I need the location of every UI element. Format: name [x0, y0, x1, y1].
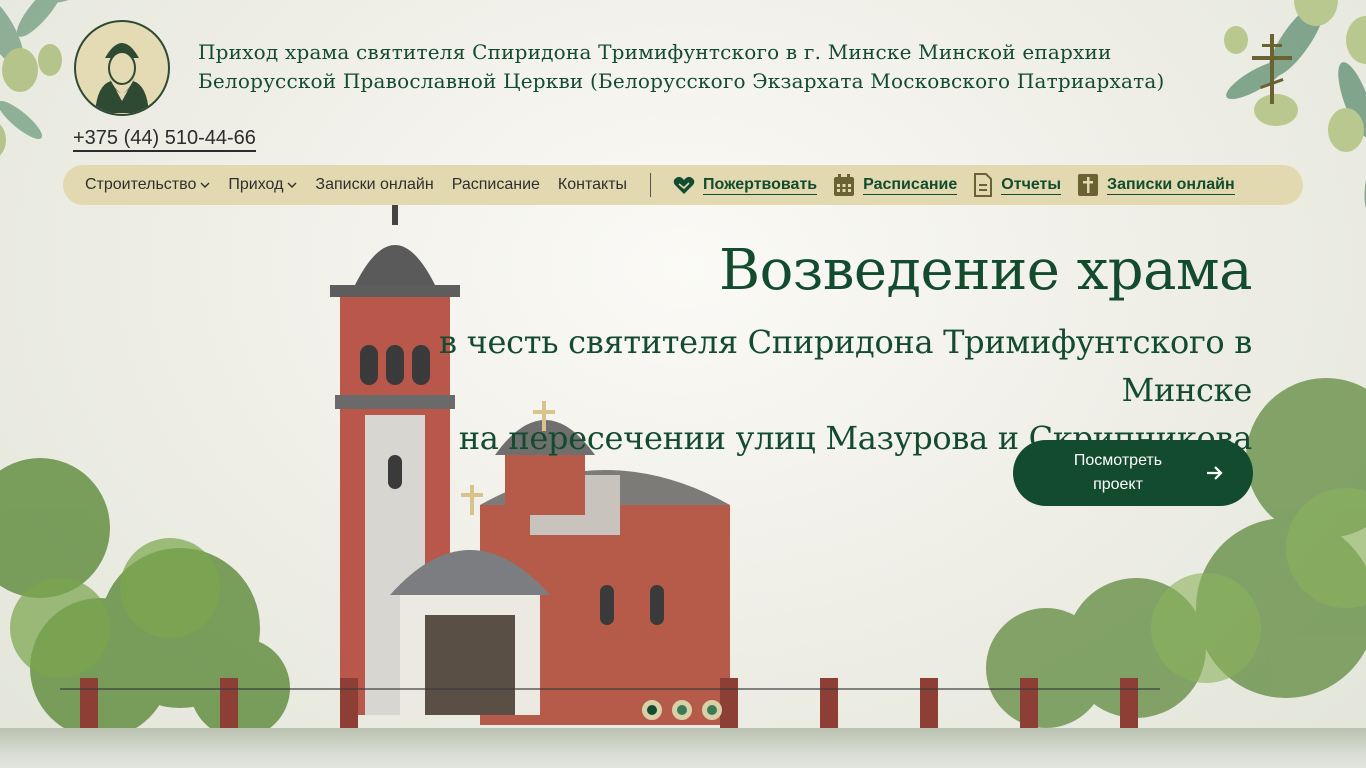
quick-link-label: Пожертвовать	[703, 175, 818, 195]
heart-hands-icon	[673, 176, 695, 194]
calendar-icon	[834, 174, 855, 196]
nav-item-label: Приход	[228, 176, 284, 193]
chevron-down-icon	[200, 182, 210, 188]
note-cross-icon	[1078, 174, 1099, 196]
church-illustration	[330, 205, 730, 725]
schedule-quick-link[interactable]: Расписание	[833, 173, 958, 197]
view-project-button[interactable]: Посмотреть проект	[1013, 440, 1253, 506]
document-icon	[974, 173, 993, 197]
slider-dot[interactable]	[702, 700, 722, 720]
nav-item-label: Записки онлайн	[315, 176, 434, 193]
saint-portrait-icon	[78, 24, 166, 113]
site-title: Приход храма святителя Спиридона Тримифу…	[198, 40, 1165, 93]
logo[interactable]	[74, 20, 170, 116]
reports-link[interactable]: Отчеты	[973, 173, 1062, 197]
quick-link-label: Расписание	[863, 175, 958, 195]
donate-link[interactable]: Пожертвовать	[673, 175, 818, 195]
slider-dot[interactable]	[672, 700, 692, 720]
quick-link-label: Отчеты	[1001, 175, 1062, 195]
arrow-right-icon	[1207, 466, 1223, 480]
nav-item-schedule[interactable]: Расписание	[452, 176, 540, 194]
chevron-down-icon	[287, 182, 297, 188]
nav-item-label: Расписание	[451, 176, 540, 193]
phone-link[interactable]: +375 (44) 510-44-66	[73, 126, 256, 152]
nav-divider	[650, 173, 652, 197]
slider-dot[interactable]	[642, 700, 662, 720]
notes-online-quick-link[interactable]: Записки онлайн	[1077, 173, 1235, 197]
nav-item-label: Строительство	[85, 176, 197, 193]
nav-item-parish[interactable]: Приход	[228, 176, 297, 194]
orthodox-cross-icon	[1252, 34, 1292, 104]
slider-dots	[642, 700, 732, 720]
main-nav: Строительство Приход Записки онлайн Расп…	[63, 165, 1303, 205]
road	[0, 728, 1366, 768]
nav-item-construction[interactable]: Строительство	[85, 176, 210, 194]
view-project-label: Посмотреть проект	[1073, 452, 1163, 493]
hero-title: Возведение храма	[718, 238, 1253, 303]
nav-item-notes-online[interactable]: Записки онлайн	[315, 176, 433, 194]
nav-item-label: Контакты	[557, 176, 628, 193]
nav-item-contacts[interactable]: Контакты	[558, 176, 627, 194]
quick-link-label: Записки онлайн	[1107, 175, 1235, 195]
hero-subtitle-line1: в честь святителя Спиридона Тримифунтско…	[439, 323, 1252, 409]
